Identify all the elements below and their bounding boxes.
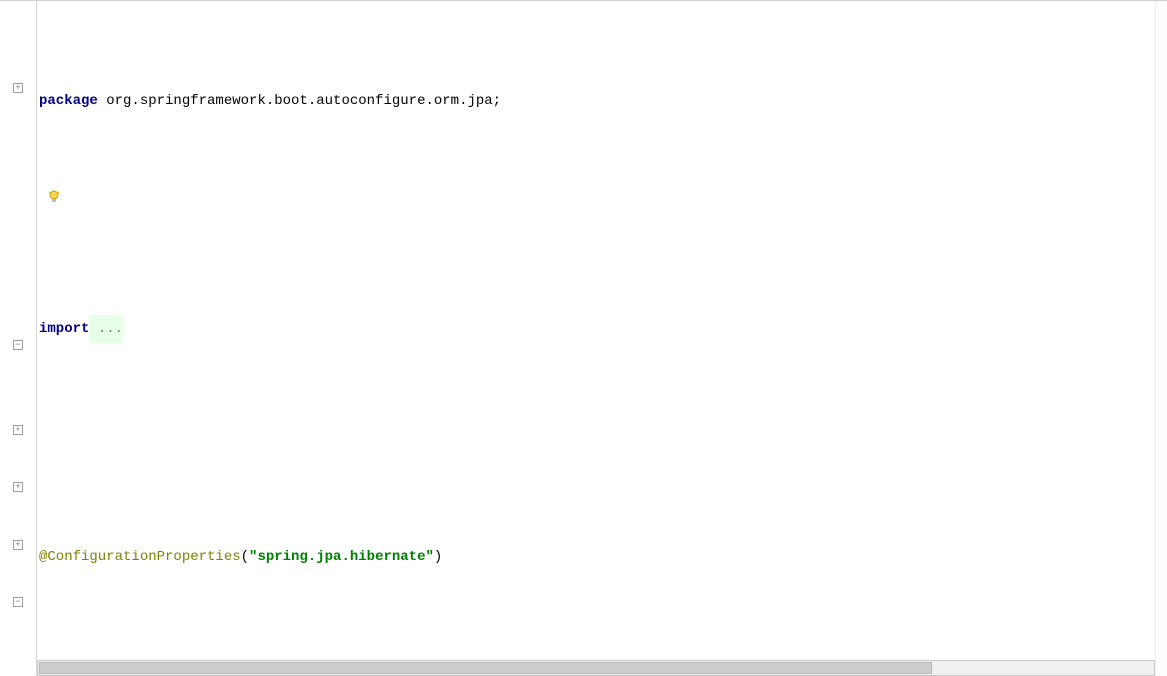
horizontal-scrollbar[interactable] bbox=[37, 660, 1155, 676]
fold-toggle-ctor[interactable]: − bbox=[0, 331, 36, 359]
keyword-import: import bbox=[39, 315, 89, 344]
import-fold-ellipsis[interactable]: ... bbox=[89, 315, 123, 344]
code-line[interactable]: package org.springframework.boot.autocon… bbox=[37, 87, 1155, 116]
code-area[interactable]: package org.springframework.boot.autocon… bbox=[37, 1, 1155, 676]
editor: + − + + + − package org.springframework.… bbox=[0, 0, 1167, 676]
gutter: + − + + + − bbox=[0, 1, 37, 676]
error-stripe[interactable] bbox=[1155, 1, 1167, 676]
code-line[interactable] bbox=[37, 429, 1155, 458]
annotation-value: "spring.jpa.hibernate" bbox=[249, 543, 434, 572]
fold-toggle-m1[interactable]: + bbox=[0, 416, 36, 444]
code-line[interactable]: import ... bbox=[37, 315, 1155, 344]
scrollbar-thumb[interactable] bbox=[39, 662, 932, 674]
code-line[interactable] bbox=[37, 201, 1155, 230]
package-path: org.springframework.boot.autoconfigure.o… bbox=[98, 87, 501, 116]
fold-toggle-m3[interactable]: + bbox=[0, 531, 36, 559]
fold-toggle-m2[interactable]: + bbox=[0, 473, 36, 501]
annotation: @ConfigurationProperties bbox=[39, 543, 241, 572]
fold-toggle-m4[interactable]: − bbox=[0, 588, 36, 616]
keyword-package: package bbox=[39, 87, 98, 116]
fold-toggle-import[interactable]: + bbox=[0, 74, 36, 102]
code-line[interactable]: @ConfigurationProperties("spring.jpa.hib… bbox=[37, 543, 1155, 572]
